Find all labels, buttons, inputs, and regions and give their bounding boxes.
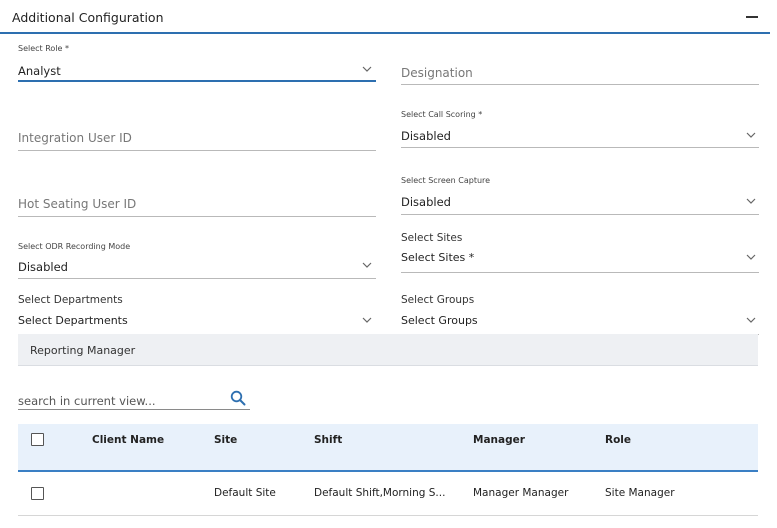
- odr-recording-mode-underline: [18, 278, 376, 279]
- column-header-client-name[interactable]: Client Name: [92, 434, 164, 446]
- role-label: Select Role *: [18, 44, 70, 53]
- sites-value: Select Sites *: [401, 251, 475, 264]
- sites-select[interactable]: Select Sites Select Sites *: [401, 232, 759, 274]
- groups-select[interactable]: Select Groups Select Groups: [401, 294, 759, 336]
- chevron-down-icon: [746, 132, 756, 139]
- column-header-shift[interactable]: Shift: [314, 434, 342, 446]
- chevron-down-icon: [746, 317, 756, 324]
- groups-label: Select Groups: [401, 294, 475, 306]
- hot-seating-user-id-underline: [18, 216, 376, 217]
- integration-user-id-underline: [18, 150, 376, 151]
- screen-capture-label: Select Screen Capture: [401, 176, 491, 185]
- chevron-down-icon: [362, 317, 372, 324]
- designation-placeholder: Designation: [401, 66, 473, 80]
- designation-underline: [401, 84, 759, 85]
- screen-capture-value: Disabled: [401, 195, 451, 209]
- panel-title: Additional Configuration: [12, 10, 164, 25]
- column-header-site[interactable]: Site: [214, 434, 237, 446]
- select-all-checkbox[interactable]: [31, 433, 44, 446]
- designation-field[interactable]: Designation: [401, 44, 759, 85]
- cell-shift: Default Shift,Morning S...: [314, 487, 446, 499]
- column-header-role[interactable]: Role: [605, 434, 631, 446]
- reporting-manager-section: Reporting Manager: [18, 334, 758, 366]
- odr-recording-mode-select[interactable]: Select ODR Recording Mode Disabled: [18, 242, 376, 280]
- cell-role: Site Manager: [605, 487, 675, 499]
- chevron-down-icon: [746, 254, 756, 261]
- screen-capture-select[interactable]: Select Screen Capture Disabled: [401, 176, 759, 215]
- role-select[interactable]: Select Role * Analyst: [18, 44, 376, 84]
- departments-select[interactable]: Select Departments Select Departments: [18, 294, 376, 336]
- call-scoring-underline: [401, 147, 759, 148]
- odr-recording-mode-label: Select ODR Recording Mode: [18, 242, 131, 251]
- integration-user-id-placeholder: Integration User ID: [18, 131, 132, 145]
- table-row[interactable]: Default Site Default Shift,Morning S... …: [18, 474, 758, 516]
- chevron-down-icon: [362, 66, 372, 73]
- cell-site: Default Site: [214, 487, 276, 499]
- hot-seating-user-id-placeholder: Hot Seating User ID: [18, 197, 137, 211]
- sites-underline: [401, 272, 759, 273]
- call-scoring-value: Disabled: [401, 129, 451, 143]
- call-scoring-label: Select Call Scoring *: [401, 110, 483, 119]
- chevron-down-icon: [362, 262, 372, 269]
- hot-seating-user-id-field[interactable]: Hot Seating User ID: [18, 176, 376, 218]
- search-input[interactable]: [18, 394, 218, 408]
- role-value: Analyst: [18, 64, 61, 78]
- sites-label: Select Sites: [401, 232, 463, 244]
- table-search: [18, 388, 250, 410]
- table-header: Client Name Site Shift Manager Role: [18, 424, 758, 472]
- departments-label: Select Departments: [18, 294, 123, 306]
- integration-user-id-field[interactable]: Integration User ID: [18, 110, 376, 152]
- departments-value: Select Departments: [18, 314, 128, 327]
- screen-capture-underline: [401, 214, 759, 215]
- column-header-manager[interactable]: Manager: [473, 434, 525, 446]
- groups-value: Select Groups: [401, 314, 478, 327]
- panel-header: Additional Configuration: [0, 0, 770, 34]
- role-underline: [18, 80, 376, 82]
- row-checkbox[interactable]: [31, 487, 44, 500]
- call-scoring-select[interactable]: Select Call Scoring * Disabled: [401, 110, 759, 148]
- cell-manager: Manager Manager: [473, 487, 569, 499]
- collapse-minus-icon[interactable]: [744, 6, 760, 24]
- odr-recording-mode-value: Disabled: [18, 260, 68, 274]
- reporting-manager-title: Reporting Manager: [30, 344, 136, 357]
- search-icon[interactable]: [230, 390, 246, 406]
- chevron-down-icon: [746, 198, 756, 205]
